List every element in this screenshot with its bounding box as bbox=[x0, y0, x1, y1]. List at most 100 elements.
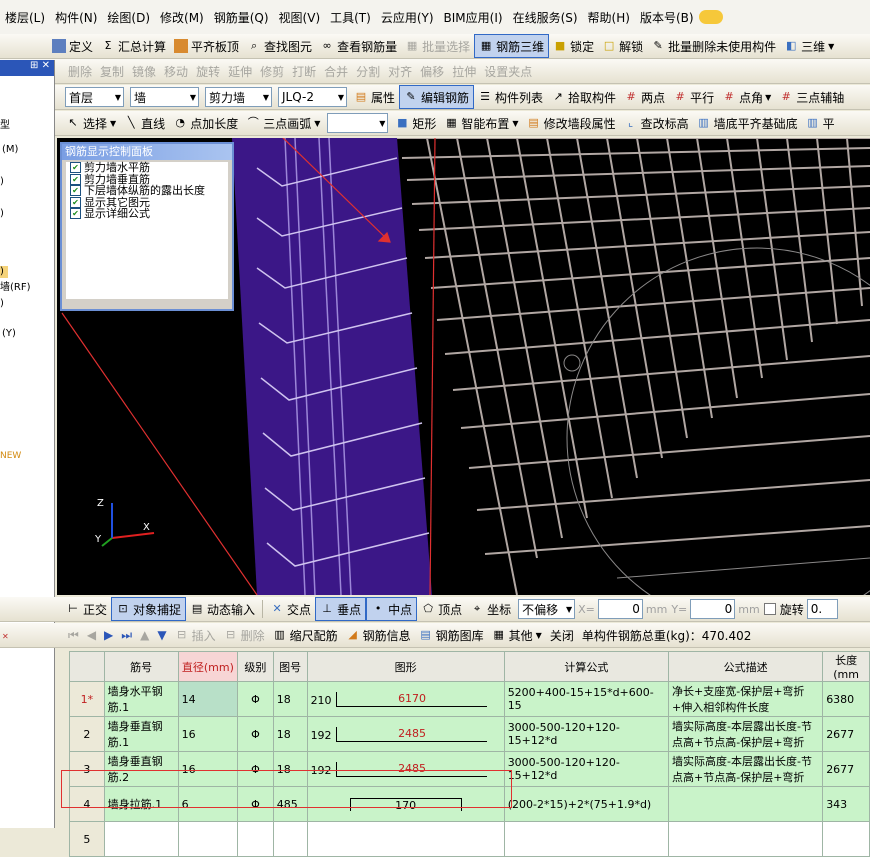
next-record-icon[interactable]: ▶ bbox=[100, 624, 117, 646]
lock-button[interactable]: ■ 锁定 bbox=[549, 35, 598, 57]
pin-icon[interactable]: ⊞ bbox=[30, 60, 38, 71]
tree-item[interactable]: (M) bbox=[0, 144, 54, 156]
length-cell[interactable]: 2677 bbox=[822, 751, 870, 787]
tree-item[interactable]: ) bbox=[0, 266, 8, 278]
align-foundation-button[interactable]: ▥ 墙底平齐基础底 bbox=[693, 112, 802, 134]
floor-select[interactable]: 首层 ▼ bbox=[65, 87, 124, 107]
formula-cell[interactable]: (200-2*15)+2*(75+1.9*d) bbox=[503, 786, 670, 822]
menu-version[interactable]: 版本号(B) bbox=[635, 9, 699, 26]
menu-tools[interactable]: 工具(T) bbox=[325, 9, 376, 26]
line-button[interactable]: ╲ 直线 bbox=[120, 112, 169, 134]
rebar-info-button[interactable]: ◢ 钢筋信息 bbox=[342, 624, 415, 646]
diameter-cell[interactable]: 16 bbox=[177, 716, 239, 752]
scale-rebar-button[interactable]: ▥ 缩尺配筋 bbox=[269, 624, 342, 646]
close-icon[interactable]: ✕ bbox=[42, 60, 50, 71]
sum-button[interactable]: Σ 汇总计算 bbox=[97, 35, 170, 57]
stretch-button[interactable]: 拉伸 bbox=[448, 60, 480, 82]
delete-row-button[interactable]: ⊟ 删除 bbox=[220, 624, 269, 646]
move-button[interactable]: 移动 bbox=[160, 60, 192, 82]
subtype-select[interactable]: 剪力墙 ▼ bbox=[205, 87, 272, 107]
rotate-button[interactable]: 旋转 bbox=[192, 60, 224, 82]
component-list-button[interactable]: ☰ 构件列表 bbox=[474, 86, 547, 108]
three-point-arc-button[interactable]: ⌒ 三点画弧 ▼ bbox=[242, 112, 324, 134]
rotate-checkbox[interactable] bbox=[763, 603, 776, 615]
description-cell[interactable] bbox=[668, 786, 824, 822]
rebar-name-cell[interactable]: 墙身水平钢筋.1 bbox=[103, 681, 179, 717]
insert-button[interactable]: ⊟ 插入 bbox=[171, 624, 220, 646]
arc-option-select[interactable]: ▼ bbox=[327, 113, 389, 133]
tree-item[interactable]: 墙(RF) bbox=[0, 282, 54, 294]
menu-component[interactable]: 构件(N) bbox=[50, 9, 102, 26]
tree-item[interactable]: ) bbox=[0, 176, 54, 188]
modify-wall-button[interactable]: ▤ 修改墙段属性 bbox=[523, 112, 620, 134]
rebar-library-button[interactable]: ▤ 钢筋图库 bbox=[415, 624, 488, 646]
mirror-button[interactable]: 镜像 bbox=[128, 60, 160, 82]
first-record-icon[interactable]: ⏮ bbox=[64, 624, 83, 646]
move-down-icon[interactable]: ▼ bbox=[153, 624, 170, 646]
y-input[interactable]: 0 bbox=[690, 599, 736, 619]
table-row[interactable]: 5 bbox=[69, 821, 870, 857]
dynamic-input-button[interactable]: ▤ 动态输入 bbox=[186, 598, 259, 620]
offset-button[interactable]: 偏移 bbox=[416, 60, 448, 82]
description-cell[interactable]: 墙实际高度-本层露出长度-节点高+节点高-保护层+弯折 bbox=[668, 751, 824, 787]
properties-button[interactable]: ▤ 属性 bbox=[350, 86, 399, 108]
copy-button[interactable]: 复制 bbox=[96, 60, 128, 82]
description-cell[interactable]: 净长+支座宽-保护层+弯折+伸入相邻构件长度 bbox=[668, 681, 824, 717]
close-button[interactable]: 关闭 bbox=[546, 624, 578, 646]
point-length-button[interactable]: ◔ 点加长度 bbox=[169, 112, 242, 134]
x-input[interactable]: 0 bbox=[597, 599, 643, 619]
show-exposed-length-checkbox[interactable]: ✔ 下层墙体纵筋的露出长度 bbox=[66, 185, 228, 197]
length-cell[interactable]: 6380 bbox=[822, 681, 870, 717]
offset-select[interactable]: 不偏移 ▼ bbox=[518, 599, 576, 619]
menu-modify[interactable]: 修改(M) bbox=[155, 9, 209, 26]
midpoint-button[interactable]: • 中点 bbox=[366, 597, 418, 621]
vertex-button[interactable]: ⬠ 顶点 bbox=[417, 598, 466, 620]
tree-item[interactable]: 型 bbox=[0, 120, 54, 132]
two-point-button[interactable]: # 两点 bbox=[620, 86, 669, 108]
formula-cell[interactable]: 3000-500-120+120-15+12*d bbox=[503, 716, 670, 752]
3d-view-button[interactable]: ◧ 三维 ▼ bbox=[780, 35, 838, 57]
rebar-3d-button[interactable]: ▦ 钢筋三维 bbox=[474, 34, 550, 58]
component-id-select[interactable]: JLQ-2 ▼ bbox=[278, 87, 347, 107]
last-record-icon[interactable]: ⏭ bbox=[117, 624, 136, 646]
description-cell[interactable]: 墙实际高度-本层露出长度-节点高+节点高-保护层+弯折 bbox=[668, 716, 824, 752]
grade-cell[interactable]: Φ bbox=[237, 681, 274, 717]
object-snap-button[interactable]: ⊡ 对象捕捉 bbox=[111, 597, 187, 621]
menu-online[interactable]: 在线服务(S) bbox=[508, 9, 583, 26]
show-formula-checkbox[interactable]: ✔ 显示详细公式 bbox=[66, 208, 228, 220]
menu-help[interactable]: 帮助(H) bbox=[583, 9, 635, 26]
shape-cell[interactable]: 210 6170 bbox=[306, 681, 505, 717]
flat-slab-button[interactable]: 平齐板顶 bbox=[170, 35, 243, 57]
menu-cloud[interactable]: 云应用(Y) bbox=[376, 9, 439, 26]
three-point-axis-button[interactable]: # 三点辅轴 bbox=[775, 86, 848, 108]
type-select[interactable]: 墙 ▼ bbox=[130, 87, 199, 107]
smart-layout-button[interactable]: ▦ 智能布置 ▼ bbox=[440, 112, 522, 134]
check-elevation-button[interactable]: ⌞ 查改标高 bbox=[620, 112, 693, 134]
pick-component-button[interactable]: ↗ 拾取构件 bbox=[547, 86, 620, 108]
delete-button[interactable]: 删除 bbox=[64, 60, 96, 82]
break-button[interactable]: 打断 bbox=[288, 60, 320, 82]
formula-cell[interactable]: 3000-500-120+120-15+12*d bbox=[503, 751, 670, 787]
ortho-button[interactable]: ⊢ 正交 bbox=[62, 598, 111, 620]
length-cell[interactable]: 2677 bbox=[822, 716, 870, 752]
view-rebar-button[interactable]: ∞ 查看钢筋量 bbox=[316, 35, 401, 57]
parallel-button[interactable]: # 平行 bbox=[669, 86, 718, 108]
rectangle-button[interactable]: ■ 矩形 bbox=[391, 112, 440, 134]
table-row[interactable]: 1* 墙身水平钢筋.1 14 Φ 18 210 6170 5200+400-15… bbox=[69, 681, 870, 717]
move-up-icon[interactable]: ▲ bbox=[136, 624, 153, 646]
rebar-name-cell[interactable]: 墙身垂直钢筋.1 bbox=[103, 716, 179, 752]
flat-button[interactable]: ▥ 平 bbox=[802, 112, 839, 134]
menu-view[interactable]: 视图(V) bbox=[274, 9, 326, 26]
menu-rebar[interactable]: 钢筋量(Q) bbox=[209, 9, 274, 26]
split-button[interactable]: 分割 bbox=[352, 60, 384, 82]
formula-cell[interactable]: 5200+400-15+15*d+600-15 bbox=[503, 681, 670, 717]
trim-button[interactable]: 修剪 bbox=[256, 60, 288, 82]
table-row[interactable]: 2 墙身垂直钢筋.1 16 Φ 18 192 2485 3000-500-120… bbox=[69, 716, 870, 752]
coordinate-button[interactable]: ⌖ 坐标 bbox=[466, 598, 515, 620]
unlock-button[interactable]: □ 解锁 bbox=[598, 35, 647, 57]
tree-item[interactable]: ) bbox=[0, 208, 54, 220]
define-button[interactable]: 定义 bbox=[48, 35, 97, 57]
figure-number-cell[interactable]: 18 bbox=[272, 681, 308, 717]
prev-record-icon[interactable]: ◀ bbox=[83, 624, 100, 646]
perpendicular-button[interactable]: ⊥ 垂点 bbox=[315, 597, 367, 621]
